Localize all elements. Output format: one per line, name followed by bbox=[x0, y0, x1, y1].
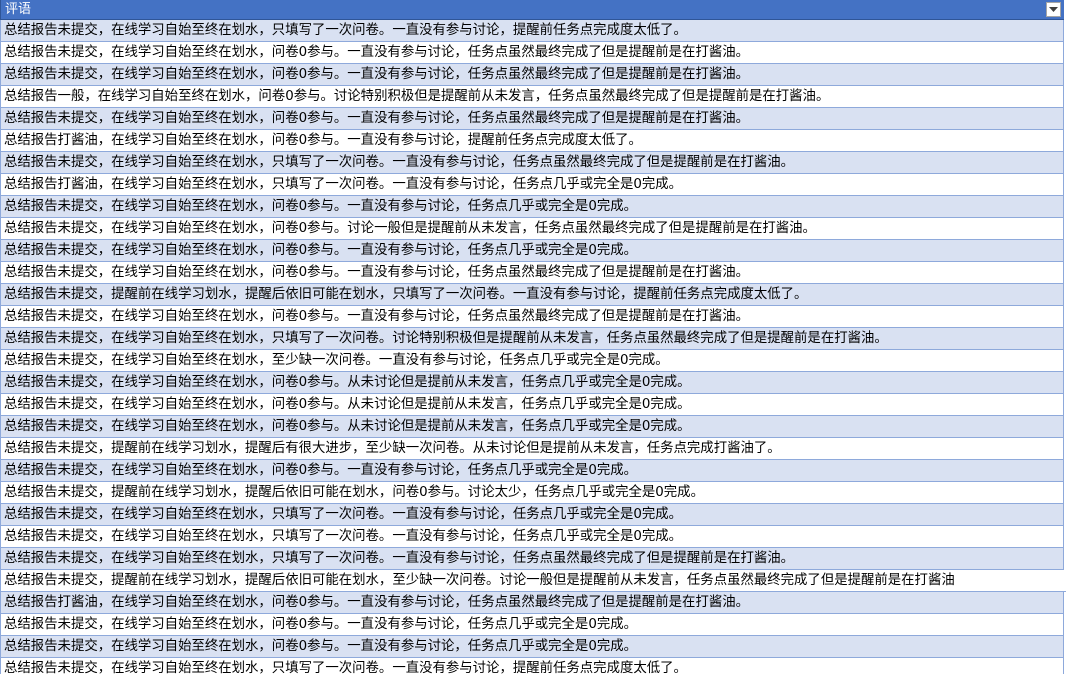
table-row[interactable]: 总结报告未提交，在线学习自始至终在划水，问卷0参与。从未讨论但是提前从未发言，任… bbox=[0, 394, 1064, 416]
table-row[interactable]: 总结报告未提交，在线学习自始至终在划水，问卷0参与。一直没有参与讨论，任务点虽然… bbox=[0, 64, 1064, 86]
comment-cell[interactable]: 总结报告未提交，在线学习自始至终在划水，问卷0参与。一直没有参与讨论，任务点几乎… bbox=[4, 460, 637, 481]
data-rows: 总结报告未提交，在线学习自始至终在划水，只填写了一次问卷。一直没有参与讨论，提醒… bbox=[0, 20, 1066, 674]
comment-cell[interactable]: 总结报告未提交，在线学习自始至终在划水，只填写了一次问卷。一直没有参与讨论，提醒… bbox=[4, 20, 687, 41]
comment-cell[interactable]: 总结报告未提交，在线学习自始至终在划水，问卷0参与。一直没有参与讨论，任务点虽然… bbox=[4, 108, 749, 129]
table-row[interactable]: 总结报告未提交，在线学习自始至终在划水，只填写了一次问卷。讨论特别积极但是提醒前… bbox=[0, 328, 1064, 350]
comment-cell[interactable]: 总结报告未提交，在线学习自始至终在划水，问卷0参与。一直没有参与讨论，任务点几乎… bbox=[4, 240, 637, 261]
table-row[interactable]: 总结报告未提交，在线学习自始至终在划水，只填写了一次问卷。一直没有参与讨论，任务… bbox=[0, 152, 1064, 174]
comment-cell[interactable]: 总结报告未提交，在线学习自始至终在划水，只填写了一次问卷。一直没有参与讨论，任务… bbox=[4, 504, 682, 525]
comment-cell[interactable]: 总结报告未提交，在线学习自始至终在划水，只填写了一次问卷。一直没有参与讨论，任务… bbox=[4, 548, 794, 569]
spreadsheet-view: 评语 总结报告未提交，在线学习自始至终在划水，只填写了一次问卷。一直没有参与讨论… bbox=[0, 0, 1066, 674]
table-row[interactable]: 总结报告未提交，在线学习自始至终在划水，只填写了一次问卷。一直没有参与讨论，提醒… bbox=[0, 20, 1064, 42]
table-row[interactable]: 总结报告未提交，在线学习自始至终在划水，问卷0参与。从未讨论但是提前从未发言，任… bbox=[0, 372, 1064, 394]
table-row[interactable]: 总结报告未提交，在线学习自始至终在划水，问卷0参与。一直没有参与讨论，任务点几乎… bbox=[0, 614, 1064, 636]
comment-cell[interactable]: 总结报告一般，在线学习自始至终在划水，问卷0参与。讨论特别积极但是提醒前从未发言… bbox=[4, 86, 829, 107]
table-row[interactable]: 总结报告打酱油，在线学习自始至终在划水，问卷0参与。一直没有参与讨论，提醒前任务… bbox=[0, 130, 1064, 152]
table-row[interactable]: 总结报告未提交，在线学习自始至终在划水，只填写了一次问卷。一直没有参与讨论，任务… bbox=[0, 526, 1064, 548]
table-row[interactable]: 总结报告未提交，提醒前在线学习划水，提醒后有很大进步，至少缺一次问卷。从未讨论但… bbox=[0, 438, 1064, 460]
table-row[interactable]: 总结报告未提交，在线学习自始至终在划水，问卷0参与。一直没有参与讨论，任务点几乎… bbox=[0, 460, 1064, 482]
table-row[interactable]: 总结报告打酱油，在线学习自始至终在划水，问卷0参与。一直没有参与讨论，任务点虽然… bbox=[0, 592, 1064, 614]
table-row[interactable]: 总结报告未提交，提醒前在线学习划水，提醒后依旧可能在划水，问卷0参与。讨论太少，… bbox=[0, 482, 1064, 504]
table-row[interactable]: 总结报告未提交，在线学习自始至终在划水，至少缺一次问卷。一直没有参与讨论，任务点… bbox=[0, 350, 1064, 372]
comment-cell[interactable]: 总结报告未提交，提醒前在线学习划水，提醒后有很大进步，至少缺一次问卷。从未讨论但… bbox=[4, 438, 781, 459]
table-row[interactable]: 总结报告未提交，提醒前在线学习划水，提醒后依旧可能在划水，至少缺一次问卷。讨论一… bbox=[0, 570, 1066, 592]
comment-cell[interactable]: 总结报告打酱油，在线学习自始至终在划水，问卷0参与。一直没有参与讨论，提醒前任务… bbox=[4, 130, 642, 151]
table-row[interactable]: 总结报告未提交，在线学习自始至终在划水，问卷0参与。一直没有参与讨论，任务点虽然… bbox=[0, 262, 1064, 284]
comment-cell[interactable]: 总结报告未提交，在线学习自始至终在划水，问卷0参与。从未讨论但是提前从未发言，任… bbox=[4, 416, 691, 437]
comment-cell[interactable]: 总结报告未提交，提醒前在线学习划水，提醒后依旧可能在划水，至少缺一次问卷。讨论一… bbox=[4, 570, 955, 591]
table-row[interactable]: 总结报告未提交，在线学习自始至终在划水，问卷0参与。从未讨论但是提前从未发言，任… bbox=[0, 416, 1064, 438]
comment-cell[interactable]: 总结报告未提交，在线学习自始至终在划水，至少缺一次问卷。一直没有参与讨论，任务点… bbox=[4, 350, 669, 371]
table-row[interactable]: 总结报告未提交，提醒前在线学习划水，提醒后依旧可能在划水，只填写了一次问卷。一直… bbox=[0, 284, 1064, 306]
comment-cell[interactable]: 总结报告未提交，在线学习自始至终在划水，只填写了一次问卷。讨论特别积极但是提醒前… bbox=[4, 328, 888, 349]
comment-cell[interactable]: 总结报告未提交，在线学习自始至终在划水，问卷0参与。一直没有参与讨论，任务点几乎… bbox=[4, 614, 637, 635]
column-header[interactable]: 评语 bbox=[0, 0, 1064, 20]
comment-cell[interactable]: 总结报告未提交，在线学习自始至终在划水，问卷0参与。从未讨论但是提前从未发言，任… bbox=[4, 394, 691, 415]
column-header-label: 评语 bbox=[5, 2, 32, 17]
comment-cell[interactable]: 总结报告未提交，在线学习自始至终在划水，问卷0参与。一直没有参与讨论，任务点虽然… bbox=[4, 64, 749, 85]
comment-cell[interactable]: 总结报告未提交，提醒前在线学习划水，提醒后依旧可能在划水，只填写了一次问卷。一直… bbox=[4, 284, 807, 305]
comment-cell[interactable]: 总结报告未提交，在线学习自始至终在划水，只填写了一次问卷。一直没有参与讨论，任务… bbox=[4, 152, 794, 173]
table-row[interactable]: 总结报告未提交，在线学习自始至终在划水，问卷0参与。一直没有参与讨论，任务点虽然… bbox=[0, 108, 1064, 130]
comment-cell[interactable]: 总结报告未提交，在线学习自始至终在划水，问卷0参与。一直没有参与讨论，任务点虽然… bbox=[4, 262, 749, 283]
comment-cell[interactable]: 总结报告打酱油，在线学习自始至终在划水，只填写了一次问卷。一直没有参与讨论，任务… bbox=[4, 174, 682, 195]
table-row[interactable]: 总结报告未提交，在线学习自始至终在划水，问卷0参与。一直没有参与讨论，任务点几乎… bbox=[0, 636, 1064, 658]
table-row[interactable]: 总结报告未提交，在线学习自始至终在划水，问卷0参与。一直没有参与讨论，任务点几乎… bbox=[0, 240, 1064, 262]
comment-cell[interactable]: 总结报告未提交，在线学习自始至终在划水，问卷0参与。从未讨论但是提前从未发言，任… bbox=[4, 372, 691, 393]
table-row[interactable]: 总结报告一般，在线学习自始至终在划水，问卷0参与。讨论特别积极但是提醒前从未发言… bbox=[0, 86, 1064, 108]
comment-cell[interactable]: 总结报告未提交，在线学习自始至终在划水，只填写了一次问卷。一直没有参与讨论，任务… bbox=[4, 526, 682, 547]
filter-dropdown-button[interactable] bbox=[1046, 2, 1061, 17]
comment-cell[interactable]: 总结报告未提交，在线学习自始至终在划水，问卷0参与。一直没有参与讨论，任务点虽然… bbox=[4, 42, 749, 63]
comment-cell[interactable]: 总结报告未提交，在线学习自始至终在划水，问卷0参与。一直没有参与讨论，任务点几乎… bbox=[4, 636, 637, 657]
comment-cell[interactable]: 总结报告未提交，提醒前在线学习划水，提醒后依旧可能在划水，问卷0参与。讨论太少，… bbox=[4, 482, 704, 503]
table-row[interactable]: 总结报告未提交，在线学习自始至终在划水，问卷0参与。一直没有参与讨论，任务点虽然… bbox=[0, 42, 1064, 64]
table-row[interactable]: 总结报告未提交，在线学习自始至终在划水，问卷0参与。一直没有参与讨论，任务点几乎… bbox=[0, 196, 1064, 218]
comment-cell[interactable]: 总结报告打酱油，在线学习自始至终在划水，问卷0参与。一直没有参与讨论，任务点虽然… bbox=[4, 592, 749, 613]
comment-cell[interactable]: 总结报告未提交，在线学习自始至终在划水，问卷0参与。讨论一般但是提醒前从未发言，… bbox=[4, 218, 816, 239]
table-row[interactable]: 总结报告打酱油，在线学习自始至终在划水，只填写了一次问卷。一直没有参与讨论，任务… bbox=[0, 174, 1064, 196]
table-row[interactable]: 总结报告未提交，在线学习自始至终在划水，问卷0参与。一直没有参与讨论，任务点虽然… bbox=[0, 306, 1064, 328]
table-row[interactable]: 总结报告未提交，在线学习自始至终在划水，只填写了一次问卷。一直没有参与讨论，任务… bbox=[0, 548, 1064, 570]
comment-cell[interactable]: 总结报告未提交，在线学习自始至终在划水，问卷0参与。一直没有参与讨论，任务点虽然… bbox=[4, 306, 749, 327]
table-row[interactable]: 总结报告未提交，在线学习自始至终在划水，只填写了一次问卷。一直没有参与讨论，任务… bbox=[0, 504, 1064, 526]
comment-cell[interactable]: 总结报告未提交，在线学习自始至终在划水，只填写了一次问卷。一直没有参与讨论，提醒… bbox=[4, 658, 687, 674]
table-row[interactable]: 总结报告未提交，在线学习自始至终在划水，问卷0参与。讨论一般但是提醒前从未发言，… bbox=[0, 218, 1064, 240]
comment-cell[interactable]: 总结报告未提交，在线学习自始至终在划水，问卷0参与。一直没有参与讨论，任务点几乎… bbox=[4, 196, 637, 217]
dropdown-arrow-icon bbox=[1049, 7, 1058, 12]
table-row[interactable]: 总结报告未提交，在线学习自始至终在划水，只填写了一次问卷。一直没有参与讨论，提醒… bbox=[0, 658, 1064, 674]
